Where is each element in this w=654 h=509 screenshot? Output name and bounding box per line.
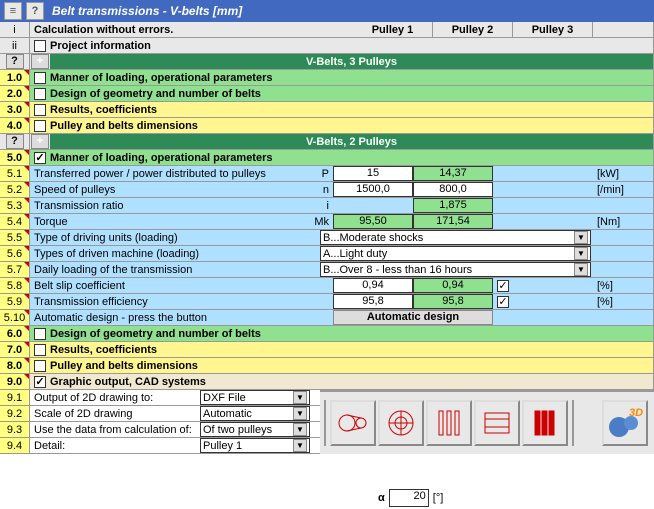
s6-checkbox[interactable] — [34, 328, 46, 340]
s4-checkbox[interactable] — [34, 120, 46, 132]
row-9-2: 9.2 Scale of 2D drawing Automatic▼ — [0, 406, 320, 422]
expand-3p[interactable]: + — [31, 54, 49, 69]
chevron-down-icon: ▼ — [293, 391, 307, 404]
alpha-symbol: α — [378, 492, 385, 504]
col-i: i — [0, 22, 30, 37]
row-5-1: 5.1 Transferred power / power distribute… — [0, 166, 654, 182]
help-3p[interactable]: ? — [6, 54, 24, 69]
driven-select[interactable]: A...Light duty▼ — [320, 246, 591, 261]
scheme-icon[interactable] — [330, 400, 376, 446]
section-7[interactable]: 7.0 Results, coefficients — [0, 342, 654, 358]
profile2-icon[interactable] — [474, 400, 520, 446]
s2-checkbox[interactable] — [34, 88, 46, 100]
section-6[interactable]: 6.0 Design of geometry and number of bel… — [0, 326, 654, 342]
s8-checkbox[interactable] — [34, 360, 46, 372]
auto-design-button[interactable]: Automatic design — [333, 310, 493, 325]
s3-checkbox[interactable] — [34, 104, 46, 116]
group-3p-title: V-Belts, 3 Pulleys — [50, 56, 653, 68]
torque1: 95,50 — [333, 214, 413, 229]
cad-3d-icon[interactable]: 3D — [602, 400, 648, 446]
header-row-2: ii Project information — [0, 38, 654, 54]
group-2pulleys: ? + V-Belts, 2 Pulleys — [0, 134, 654, 150]
s5-checkbox[interactable]: ✓ — [34, 152, 46, 164]
s9-checkbox[interactable]: ✓ — [34, 376, 46, 388]
chevron-down-icon: ▼ — [293, 407, 307, 420]
row-5-8: 5.8 Belt slip coefficient 0,94 0,94 ✓ [%… — [0, 278, 654, 294]
speed1-input[interactable]: 1500,0 — [333, 182, 413, 197]
col-pulley3: Pulley 3 — [513, 22, 593, 37]
row-5-2: 5.2 Speed of pulleys n 1500,0 800,0 [/mi… — [0, 182, 654, 198]
help-button[interactable]: ? — [26, 2, 44, 20]
s1-checkbox[interactable] — [34, 72, 46, 84]
driving-select[interactable]: B...Moderate shocks▼ — [320, 230, 591, 245]
eff-input[interactable]: 95,8 — [333, 294, 413, 309]
ratio-out: 1,875 — [413, 198, 493, 213]
chevron-down-icon: ▼ — [574, 247, 588, 260]
status-text: Calculation without errors. — [30, 24, 353, 36]
data-select[interactable]: Of two pulleys▼ — [200, 422, 310, 437]
detail-select[interactable]: Pulley 1▼ — [200, 438, 310, 453]
chevron-down-icon: ▼ — [574, 231, 588, 244]
scale-select[interactable]: Automatic▼ — [200, 406, 310, 421]
proj-checkbox[interactable] — [34, 40, 46, 52]
alpha-group: α 20 [°] — [378, 489, 443, 507]
speed2-input[interactable]: 800,0 — [413, 182, 493, 197]
section-8[interactable]: 8.0 Pulley and belts dimensions — [0, 358, 654, 374]
row-5-5: 5.5 Type of driving units (loading) B...… — [0, 230, 654, 246]
header-row-1: i Calculation without errors. Pulley 1 P… — [0, 22, 654, 38]
row-5-9: 5.9 Transmission efficiency 95,8 95,8 ✓ … — [0, 294, 654, 310]
s7-checkbox[interactable] — [34, 344, 46, 356]
proj-info-label: Project information — [50, 40, 151, 52]
slip-out: 0,94 — [413, 278, 493, 293]
row-5-7: 5.7 Daily loading of the transmission B.… — [0, 262, 654, 278]
row-5-10: 5.10 Automatic design - press the button… — [0, 310, 654, 326]
col-ii: ii — [0, 38, 30, 53]
col-pulley2: Pulley 2 — [433, 22, 513, 37]
section-5[interactable]: 5.0 ✓Manner of loading, operational para… — [0, 150, 654, 166]
torque2: 171,54 — [413, 214, 493, 229]
profile3-icon[interactable] — [522, 400, 568, 446]
row-5-4: 5.4 Torque Mk 95,50 171,54 [Nm] — [0, 214, 654, 230]
section-4[interactable]: 4.0 Pulley and belts dimensions — [0, 118, 654, 134]
menu-button[interactable]: ≡ — [4, 2, 22, 20]
help-2p[interactable]: ? — [6, 134, 24, 149]
power-input[interactable]: 15 — [333, 166, 413, 181]
section-2[interactable]: 2.0 Design of geometry and number of bel… — [0, 86, 654, 102]
eff-out: 95,8 — [413, 294, 493, 309]
expand-2p[interactable]: + — [31, 134, 49, 149]
window-title: Belt transmissions - V-belts [mm] — [52, 4, 242, 18]
daily-select[interactable]: B...Over 8 - less than 16 hours▼ — [320, 262, 591, 277]
profile1-icon[interactable] — [426, 400, 472, 446]
group-2p-title: V-Belts, 2 Pulleys — [50, 136, 653, 148]
titlebar: ≡ ? Belt transmissions - V-belts [mm] — [0, 0, 654, 22]
svg-text:3D: 3D — [629, 407, 643, 419]
section-1[interactable]: 1.0 Manner of loading, operational param… — [0, 70, 654, 86]
row-9-3: 9.3 Use the data from calculation of: Of… — [0, 422, 320, 438]
group-3pulleys: ? + V-Belts, 3 Pulleys — [0, 54, 654, 70]
col-pulley1: Pulley 1 — [353, 22, 433, 37]
slip-input[interactable]: 0,94 — [333, 278, 413, 293]
alpha-unit: [°] — [433, 492, 444, 504]
chevron-down-icon: ▼ — [293, 439, 307, 452]
row-9-4: 9.4 Detail: Pulley 1▼ — [0, 438, 320, 454]
row-5-3: 5.3 Transmission ratio i 1,875 — [0, 198, 654, 214]
section-9[interactable]: 9.0 ✓Graphic output, CAD systems — [0, 374, 654, 390]
output-select[interactable]: DXF File▼ — [200, 390, 310, 405]
row-5-6: 5.6 Types of driven machine (loading) A.… — [0, 246, 654, 262]
chevron-down-icon: ▼ — [574, 263, 588, 276]
section-icon[interactable] — [378, 400, 424, 446]
alpha-input[interactable]: 20 — [389, 489, 429, 507]
chevron-down-icon: ▼ — [293, 423, 307, 436]
eff-checkbox[interactable]: ✓ — [497, 296, 509, 308]
toolbar: 3D — [320, 390, 654, 454]
slip-checkbox[interactable]: ✓ — [497, 280, 509, 292]
row-9-1: 9.1 Output of 2D drawing to: DXF File▼ — [0, 390, 320, 406]
section-3[interactable]: 3.0 Results, coefficients — [0, 102, 654, 118]
power-out: 14,37 — [413, 166, 493, 181]
